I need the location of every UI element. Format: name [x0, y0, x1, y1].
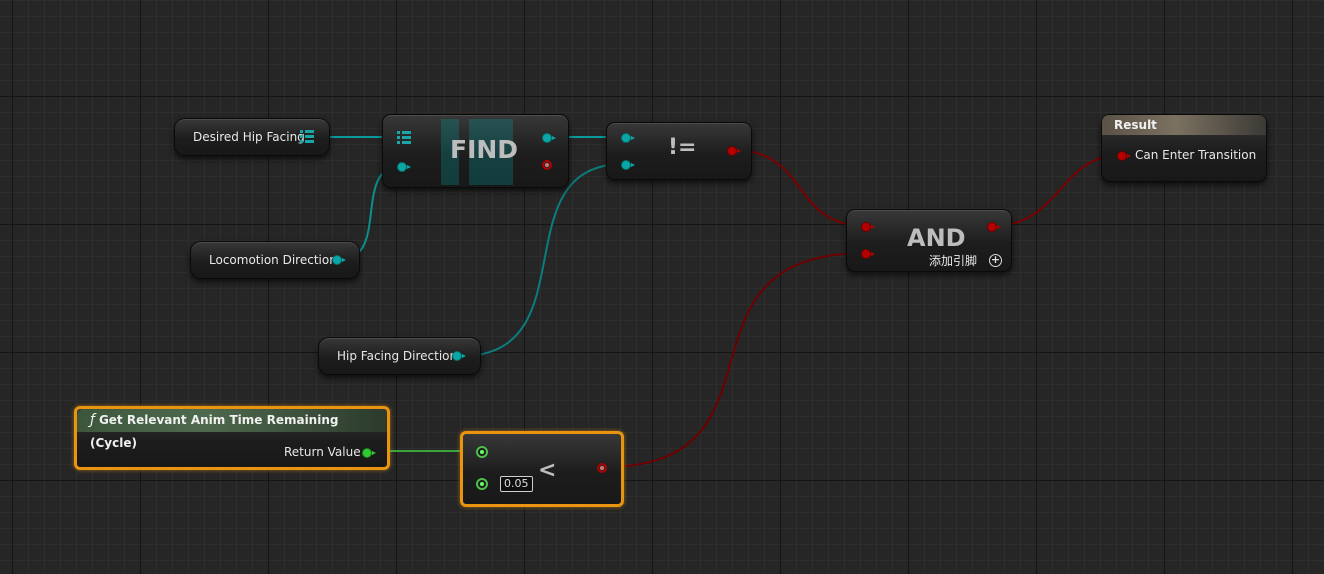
wire-layer — [312, 136, 1122, 468]
add-pin-plus-icon[interactable]: + — [989, 254, 1002, 267]
and-node[interactable]: AND 添加引脚 + — [846, 209, 1012, 272]
desired-hip-facing-label: Desired Hip Facing — [193, 130, 305, 144]
and-title: AND — [907, 224, 966, 252]
desired-hip-facing-node[interactable]: Desired Hip Facing — [174, 118, 330, 156]
find-node[interactable]: FIND — [382, 114, 569, 188]
result-pin-label: Can Enter Transition — [1135, 148, 1257, 162]
find-item-input-pin[interactable] — [397, 162, 411, 172]
not-equal-title: != — [668, 135, 697, 160]
less-than-b-pin[interactable] — [476, 478, 488, 490]
less-than-title: < — [538, 458, 557, 483]
get-relevant-anim-time-header: ƒ Get Relevant Anim Time Remaining (Cycle… — [77, 409, 387, 450]
not-equal-node[interactable]: != — [606, 122, 752, 180]
hip-facing-direction-output-pin[interactable] — [452, 351, 466, 361]
locomotion-direction-output-pin[interactable] — [332, 255, 346, 265]
wire-hipfacing-to-notequal[interactable] — [460, 163, 625, 357]
result-can-enter-transition-pin[interactable] — [1117, 151, 1131, 161]
less-than-b-value[interactable]: 0.05 — [500, 476, 533, 492]
and-input-a-pin[interactable] — [861, 222, 875, 232]
locomotion-direction-label: Locomotion Direction — [209, 253, 337, 267]
not-equal-a-pin[interactable] — [621, 133, 635, 143]
and-input-b-pin[interactable] — [861, 249, 875, 259]
result-header: Result — [1102, 115, 1266, 135]
get-relevant-anim-time-node[interactable]: ƒ Get Relevant Anim Time Remaining (Cycle… — [74, 406, 390, 470]
less-than-node[interactable]: 0.05 < — [460, 431, 624, 507]
find-title: FIND — [450, 135, 519, 164]
array-icon[interactable] — [300, 130, 314, 144]
not-equal-output-pin[interactable] — [727, 146, 741, 156]
and-output-pin[interactable] — [987, 222, 1001, 232]
not-equal-b-pin[interactable] — [621, 160, 635, 170]
less-than-output-pin[interactable] — [597, 463, 607, 473]
add-pin-label[interactable]: 添加引脚 — [929, 252, 977, 269]
return-value-label: Return Value — [284, 445, 361, 459]
wire-lessthan-to-and[interactable] — [603, 252, 867, 468]
find-index-output-pin[interactable] — [542, 133, 556, 143]
result-node[interactable]: Result Can Enter Transition — [1101, 114, 1267, 182]
find-found-output-pin[interactable] — [542, 160, 552, 170]
array-icon[interactable] — [397, 131, 411, 145]
function-icon: ƒ — [90, 412, 95, 428]
hip-facing-direction-label: Hip Facing Direction — [337, 349, 458, 363]
less-than-a-pin[interactable] — [476, 446, 488, 458]
return-value-pin[interactable] — [362, 448, 376, 458]
hip-facing-direction-node[interactable]: Hip Facing Direction — [318, 337, 481, 375]
locomotion-direction-node[interactable]: Locomotion Direction — [190, 241, 360, 279]
